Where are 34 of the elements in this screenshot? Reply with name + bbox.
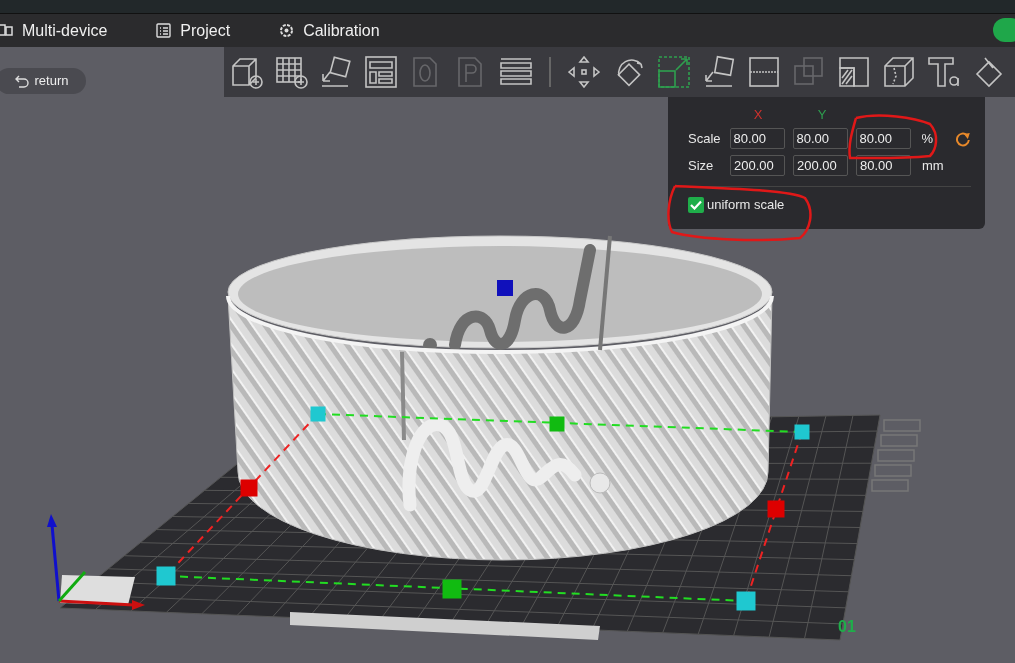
checkbox-label: uniform scale — [707, 196, 785, 214]
unit-label: mm — [922, 156, 944, 175]
field-label: Size — [688, 156, 715, 175]
axis-label: Y — [816, 106, 828, 125]
input-field[interactable]: 200.00 — [793, 155, 848, 176]
move-icon[interactable] — [566, 54, 602, 90]
reset-icon[interactable] — [955, 130, 971, 147]
return-button[interactable]: return — [0, 68, 86, 94]
input-field[interactable]: 80.00 — [729, 128, 785, 149]
undo-icon — [13, 74, 30, 88]
split-icon[interactable] — [746, 54, 782, 90]
tab[interactable]: Project — [155, 18, 231, 43]
axis-label: X — [752, 106, 764, 125]
cube-icon[interactable] — [881, 54, 917, 90]
tab[interactable]: Calibration — [278, 18, 380, 43]
gear-icon — [278, 22, 296, 39]
devices-icon — [0, 22, 14, 39]
input-field[interactable]: 80.00 — [792, 128, 848, 149]
plate-number: 01 — [838, 618, 856, 635]
checkbox[interactable] — [688, 196, 704, 213]
input-field[interactable]: 200.00 — [730, 155, 785, 176]
status-pill — [993, 18, 1015, 42]
scale-icon[interactable] — [656, 54, 692, 90]
field-label: Scale — [688, 129, 722, 148]
input-field[interactable]: 80.00 — [855, 128, 911, 149]
text-icon[interactable] — [926, 54, 962, 90]
seam-icon[interactable] — [836, 54, 872, 90]
input-field[interactable]: 80.00 — [856, 155, 911, 176]
scale-handle[interactable] — [497, 280, 513, 296]
unit-label: % — [921, 129, 935, 148]
layout-icon[interactable] — [363, 54, 399, 90]
list-icon — [155, 22, 173, 39]
grid-add-icon[interactable] — [273, 54, 309, 90]
tab[interactable]: Multi-device — [0, 18, 108, 43]
